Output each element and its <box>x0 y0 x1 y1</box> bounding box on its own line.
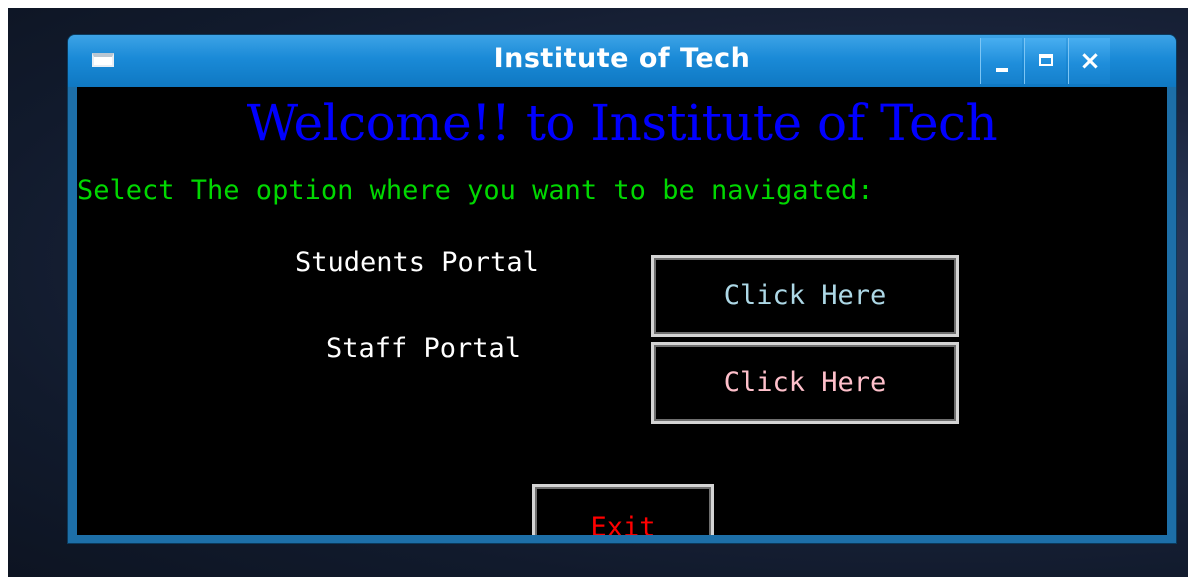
app-window: Institute of Tech × Welcome!! to Institu… <box>68 35 1176 543</box>
maximize-button[interactable] <box>1024 38 1066 84</box>
close-button[interactable]: × <box>1068 38 1110 84</box>
close-icon: × <box>1079 46 1101 76</box>
students-portal-button[interactable]: Click Here <box>651 255 959 337</box>
minimize-icon <box>996 68 1008 72</box>
welcome-heading: Welcome!! to Institute of Tech <box>246 94 998 152</box>
title-bar[interactable]: Institute of Tech × <box>68 35 1176 87</box>
window-content: Welcome!! to Institute of Tech Select Th… <box>77 87 1167 535</box>
staff-portal-button[interactable]: Click Here <box>651 342 959 424</box>
instruction-text: Select The option where you want to be n… <box>77 175 874 206</box>
minimize-button[interactable] <box>980 38 1022 84</box>
maximize-icon <box>1039 54 1053 66</box>
exit-button[interactable]: Exit <box>532 484 714 535</box>
staff-portal-label: Staff Portal <box>326 333 522 364</box>
students-portal-label: Students Portal <box>295 247 539 278</box>
